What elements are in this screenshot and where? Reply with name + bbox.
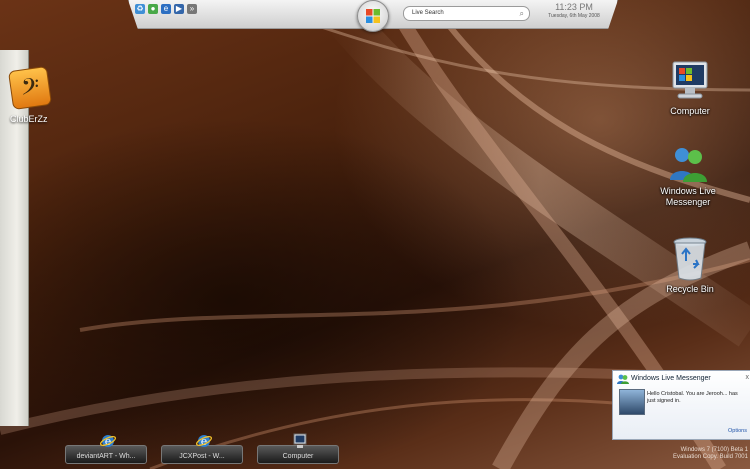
ie-icon: e: [196, 435, 212, 448]
search-icon[interactable]: ⌕: [520, 9, 524, 18]
messenger-icon: [670, 148, 707, 182]
desktop-icon-label: Windows Live Messenger: [660, 186, 716, 207]
gadget-label: ClubErZz: [10, 114, 48, 124]
notification-message: Hello Cristobal. You are Jerooh... has j…: [647, 391, 738, 404]
taskbar-label: deviantART - Wh...: [76, 453, 136, 460]
ie-icon: e: [100, 435, 116, 448]
desktop-icon-computer[interactable]: Computer: [645, 60, 735, 117]
search-input[interactable]: Live Search ⌕: [403, 6, 530, 21]
watermark-line-2: Evaluation Copy. Build 7001: [673, 454, 748, 460]
ie-icon[interactable]: e: [161, 4, 171, 14]
notification-options-link[interactable]: Options: [728, 428, 747, 435]
media-icon[interactable]: ▶: [174, 4, 184, 14]
start-button[interactable]: [357, 0, 389, 32]
computer-icon: [293, 433, 307, 448]
arrow-icon[interactable]: »: [187, 4, 197, 14]
messenger-notification[interactable]: Windows Live Messenger x Hello Cristobal…: [612, 370, 750, 440]
search-placeholder: Live Search: [412, 10, 444, 16]
taskbar-label: JCXPost - W...: [179, 453, 225, 460]
taskbar-button-deviantart[interactable]: e deviantART - Wh...: [65, 435, 147, 464]
notification-title: Windows Live Messenger: [631, 375, 711, 382]
build-watermark: Windows 7 (7100) Beta 1 Evaluation Copy.…: [640, 447, 748, 461]
desktop-icon-label: Recycle Bin: [666, 284, 714, 294]
bass-clef-gadget-icon[interactable]: 𝄢: [8, 66, 52, 110]
messenger-icon[interactable]: ●: [148, 4, 158, 14]
clock-date: Tuesday, 6th May 2008: [548, 13, 600, 19]
close-icon[interactable]: x: [746, 374, 750, 382]
quick-launch: ♻ ● e ▶ »: [135, 4, 197, 14]
clock[interactable]: 11:23 PM Tuesday, 6th May 2008: [538, 2, 610, 20]
clock-time: 11:23 PM: [555, 2, 593, 12]
desktop-icon-messenger[interactable]: Windows Live Messenger: [643, 146, 733, 208]
desktop-icon-label: Computer: [670, 106, 710, 116]
messenger-icon: [617, 374, 629, 384]
svg-text:𝄢: 𝄢: [21, 73, 39, 106]
windows-logo-icon: [366, 9, 380, 23]
desktop-icon-recycle-bin[interactable]: Recycle Bin: [645, 236, 735, 295]
taskbar-button-jcxpost[interactable]: e JCXPost - W...: [161, 435, 243, 464]
recycle-icon[interactable]: ♻: [135, 4, 145, 14]
watermark-line-1: Windows 7 (7100) Beta 1: [680, 447, 748, 453]
taskbar-label: Computer: [282, 453, 314, 460]
taskbar-button-computer[interactable]: Computer: [257, 433, 339, 464]
recycle-bin-icon: [673, 237, 707, 281]
contact-avatar: [619, 389, 645, 415]
computer-icon: [672, 61, 708, 99]
